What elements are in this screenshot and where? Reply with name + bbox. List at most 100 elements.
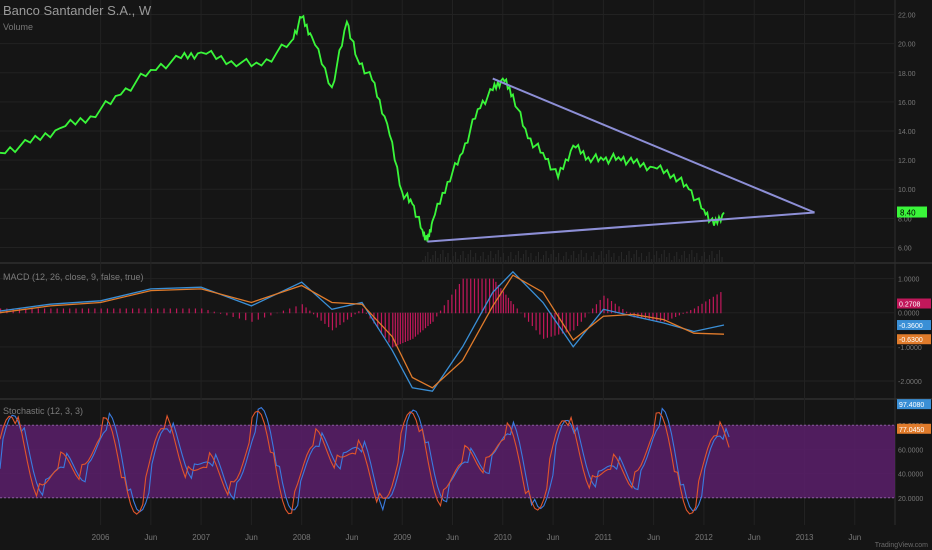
y-tick-label: 18.00 bbox=[898, 71, 916, 78]
macd-histogram-bar bbox=[667, 312, 669, 321]
macd-histogram-bar bbox=[505, 294, 507, 314]
volume-bar bbox=[439, 254, 441, 262]
macd-histogram-bar bbox=[439, 310, 442, 314]
macd-histogram-bar bbox=[301, 304, 303, 314]
macd-histogram-bar bbox=[402, 312, 404, 344]
volume-bar bbox=[696, 253, 698, 262]
volume-bar bbox=[455, 252, 457, 262]
volume-bar bbox=[560, 260, 562, 262]
macd-histogram-bar bbox=[388, 312, 390, 343]
macd-histogram-bar bbox=[106, 308, 109, 314]
macd-histogram-bar bbox=[412, 312, 414, 339]
macd-histogram-bar bbox=[226, 312, 228, 316]
volume-bar bbox=[502, 253, 504, 262]
x-tick-label: Jun bbox=[647, 533, 660, 542]
macd-histogram-bar bbox=[686, 311, 688, 314]
macd-histogram-bar bbox=[144, 308, 146, 314]
x-tick-label: 2012 bbox=[695, 533, 713, 542]
macd-histogram-bar bbox=[550, 312, 552, 337]
macd-histogram-bar bbox=[485, 278, 487, 314]
macd-label: MACD (12, 26, close, 9, false, true) bbox=[3, 272, 144, 282]
volume-bar bbox=[472, 257, 474, 262]
volume-bar bbox=[583, 257, 585, 262]
volume-bar bbox=[497, 250, 499, 262]
macd-histogram-bar bbox=[705, 301, 707, 314]
volume-bar bbox=[638, 257, 640, 262]
macd-histogram-bar bbox=[404, 312, 406, 343]
x-tick-label: Jun bbox=[848, 533, 861, 542]
macd-histogram-bar bbox=[656, 312, 658, 321]
macd-histogram-bar bbox=[119, 308, 121, 314]
volume-bar bbox=[658, 258, 660, 262]
macd-histogram-bar bbox=[213, 311, 215, 314]
macd-histogram-bar bbox=[507, 297, 510, 314]
macd-histogram-bar bbox=[362, 308, 364, 314]
volume-bar bbox=[520, 258, 522, 262]
volume-bar bbox=[721, 257, 723, 262]
macd-histogram-bar bbox=[305, 307, 307, 314]
macd-histogram-bar bbox=[354, 312, 356, 315]
stochastic-value-text: 97.4080 bbox=[899, 402, 924, 409]
macd-histogram-bar bbox=[462, 278, 464, 314]
volume-bar bbox=[532, 260, 534, 262]
chart-title: Banco Santander S.A., W bbox=[3, 3, 152, 18]
macd-histogram-bar bbox=[424, 312, 427, 329]
volume-bar bbox=[646, 256, 648, 262]
volume-bar bbox=[703, 252, 705, 262]
volume-bar bbox=[585, 253, 587, 262]
chart-root: 2006 Jun 2007 Jun 2008 Jun 2009 Jun 2010 Jun 2011 J… bbox=[0, 0, 932, 550]
y-tick-label: 6.00 bbox=[898, 245, 912, 252]
macd-histogram-bar bbox=[324, 312, 326, 324]
macd-histogram-bar bbox=[422, 312, 424, 331]
volume-bar bbox=[450, 260, 452, 262]
macd-histogram-bar bbox=[18, 308, 21, 314]
macd-histogram-bar bbox=[447, 299, 449, 314]
macd-histogram-bar bbox=[682, 312, 684, 314]
volume-bar bbox=[588, 260, 590, 262]
macd-histogram-bar bbox=[432, 312, 434, 322]
macd-histogram-bar bbox=[419, 312, 422, 333]
macd-histogram-bar bbox=[712, 296, 714, 314]
volume-bar bbox=[570, 255, 572, 262]
volume-bar bbox=[487, 255, 489, 262]
volume-bar bbox=[603, 258, 605, 262]
x-tick-label: Jun bbox=[547, 533, 560, 542]
macd-value-text: -0.6300 bbox=[899, 337, 923, 344]
volume-bar bbox=[535, 256, 537, 262]
volume-bar bbox=[444, 257, 446, 262]
macd-histogram-bar bbox=[87, 308, 90, 314]
volume-bar bbox=[653, 255, 655, 262]
macd-histogram-bar bbox=[580, 312, 582, 322]
x-tick-label: 2010 bbox=[494, 533, 512, 542]
volume-bar bbox=[688, 254, 690, 262]
y-tick-label: 0.0000 bbox=[898, 311, 920, 318]
volume-bar bbox=[434, 251, 436, 262]
macd-histogram-bar bbox=[466, 278, 468, 314]
volume-bar bbox=[693, 257, 695, 262]
volume-bar bbox=[424, 256, 426, 262]
x-tick-label: 2009 bbox=[393, 533, 411, 542]
macd-histogram-bar bbox=[365, 312, 367, 314]
volume-bar bbox=[600, 251, 602, 262]
macd-line bbox=[0, 270, 725, 392]
volume-bar bbox=[598, 255, 600, 262]
support-trendline bbox=[427, 211, 815, 243]
volume-bar bbox=[651, 259, 653, 262]
volume-bar bbox=[558, 253, 560, 262]
macd-histogram-bar bbox=[94, 308, 96, 314]
macd-histogram-bar bbox=[175, 308, 178, 314]
macd-histogram-bar bbox=[81, 308, 83, 314]
macd-histogram-bar bbox=[708, 299, 711, 314]
macd-histogram-bar bbox=[716, 294, 718, 314]
macd-histogram-bar bbox=[648, 312, 650, 320]
macd-histogram-bar bbox=[219, 312, 222, 314]
volume-bar bbox=[482, 252, 484, 262]
volume-bar bbox=[565, 252, 567, 262]
volume-bar bbox=[548, 258, 550, 262]
volume-bar bbox=[442, 250, 444, 262]
volume-bar bbox=[429, 259, 431, 262]
volume-bar bbox=[701, 256, 703, 262]
macd-histogram-bar bbox=[516, 308, 518, 314]
x-tick-label: Jun bbox=[144, 533, 157, 542]
y-tick-label: 12.00 bbox=[898, 158, 916, 165]
